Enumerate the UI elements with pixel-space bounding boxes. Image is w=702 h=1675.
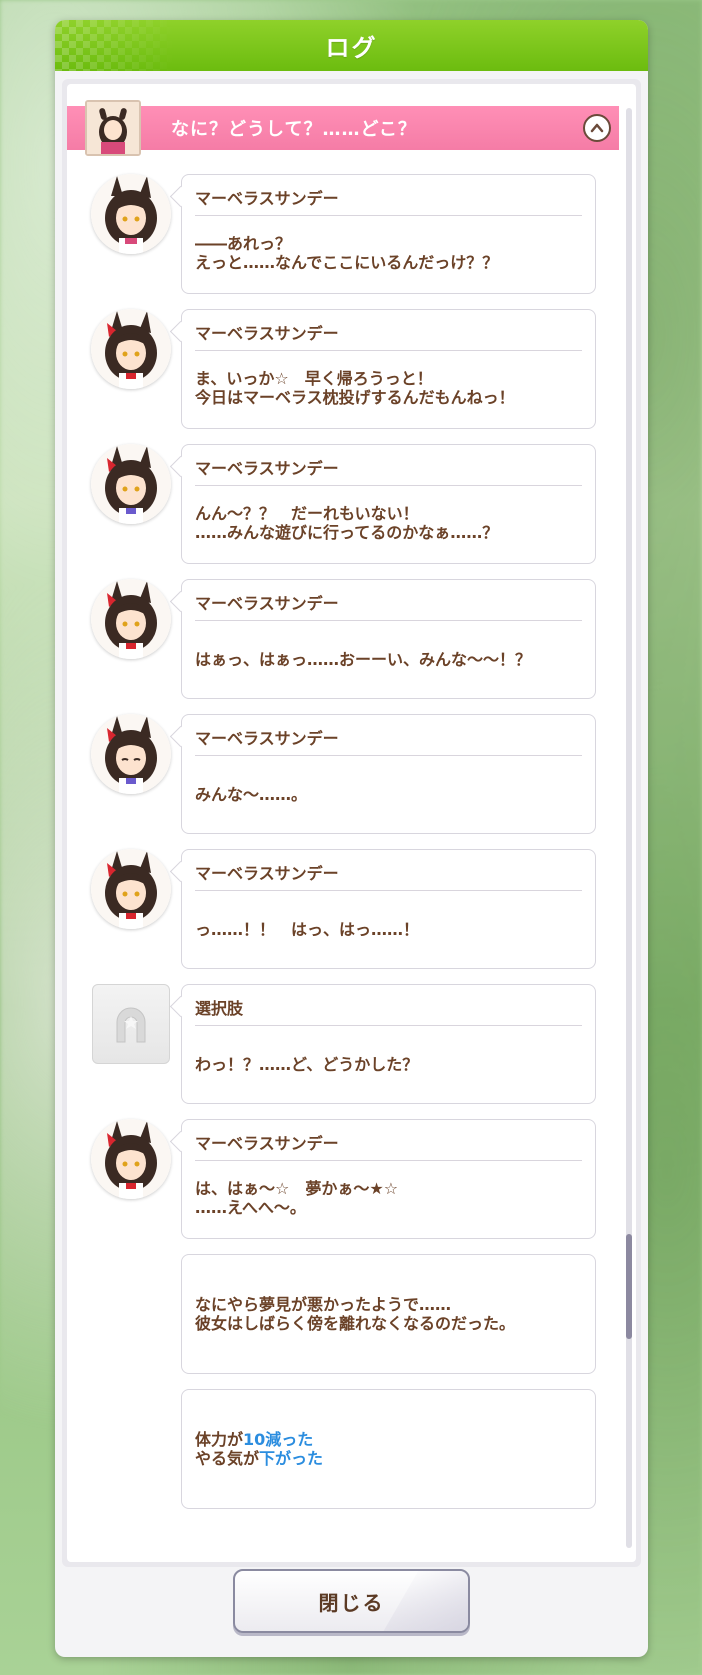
collapse-button[interactable] [583,114,611,142]
dialogue-line: っ……！！ はっ、はっ……！ [195,920,420,939]
avatar [91,1119,171,1199]
dialogue-line: ま、いっか☆ 早く帰ろうっと！ [195,369,433,388]
bubble-divider [195,755,582,756]
speaker-name: マーベラスサンデー [195,324,339,343]
result-label: 体力が [195,1430,244,1449]
log-scroll-area[interactable]: なに？どうして？……どこ？ マーベラスサンデー ――あれっ？ えっと……なんでこ… [67,84,636,1562]
result-label: やる気が [195,1449,260,1468]
avatar [91,174,171,254]
dialogue-bubble: マーベラスサンデー は、はぁ～☆ 夢かぁ～★☆ ……えへへ～。 [181,1119,596,1239]
log-entry-choice: 選択肢 わっ！？……ど、どうかした？ [67,984,619,1104]
bubble-divider [195,1160,582,1161]
bubble-divider [195,215,582,216]
result-line-stamina: 体力が10減った [195,1430,313,1449]
log-entry: マーベラスサンデー は、はぁ～☆ 夢かぁ～★☆ ……えへへ～。 [67,1119,619,1239]
chapter-title: なに？どうして？……どこ？ [171,119,417,140]
dialogue-line: ――あれっ？ [195,234,292,253]
dialogue-line: んん～？？ だーれもいない！ [195,504,419,523]
close-button[interactable]: 閉じる [233,1569,470,1633]
dialogue-line: はぁっ、はぁっ……おーーい、みんな～～！？ [195,650,532,669]
narration-line: 彼女はしばらく傍を離れなくなるのだった。 [195,1314,516,1333]
bubble-divider [195,1025,582,1026]
chevron-up-icon [590,123,604,133]
log-entry: マーベラスサンデー ま、いっか☆ 早く帰ろうっと！ 今日はマーベラス枕投げするん… [67,309,619,429]
log-dialog: ログ なに？どうして？……どこ？ マーベラスサンデー ――あれっ？ えっと……な… [55,20,648,1657]
bubble-divider [195,485,582,486]
scrollbar-thumb[interactable] [626,1234,632,1339]
log-entry: マーベラスサンデー はぁっ、はぁっ……おーーい、みんな～～！？ [67,579,619,699]
log-entry: マーベラスサンデー んん～？？ だーれもいない！ ……みんな遊びに行ってるのかな… [67,444,619,564]
dialogue-line: えっと……なんでここにいるんだっけ？？ [195,253,499,272]
bubble-divider [195,620,582,621]
log-entry: マーベラスサンデー ――あれっ？ えっと……なんでここにいるんだっけ？？ [67,174,619,294]
dialogue-bubble: マーベラスサンデー みんな～……。 [181,714,596,834]
avatar [91,714,171,794]
result-value: 10減った [243,1430,314,1449]
avatar [91,309,171,389]
speaker-name: マーベラスサンデー [195,729,339,748]
log-content-frame: なに？どうして？……どこ？ マーベラスサンデー ――あれっ？ えっと……なんでこ… [62,79,641,1567]
dialogue-line: 今日はマーベラス枕投げするんだもんねっ！ [195,388,515,407]
result-bubble: 体力が10減った やる気が下がった [181,1389,596,1509]
bubble-divider [195,890,582,891]
avatar [91,579,171,659]
result-value: 下がった [259,1449,324,1468]
dialogue-bubble: マーベラスサンデー んん～？？ だーれもいない！ ……みんな遊びに行ってるのかな… [181,444,596,564]
speaker-name: マーベラスサンデー [195,594,339,613]
narration-line: なにやら夢見が悪かったようで…… [195,1295,452,1314]
dialogue-line: ……みんな遊びに行ってるのかなぁ……？ [195,523,499,542]
dialogue-bubble: マーベラスサンデー ――あれっ？ えっと……なんでここにいるんだっけ？？ [181,174,596,294]
result-line-motivation: やる気が下がった [195,1449,323,1468]
chapter-header[interactable]: なに？どうして？……どこ？ [67,100,619,156]
log-entry: マーベラスサンデー っ……！！ はっ、はっ……！ [67,849,619,969]
bubble-divider [195,350,582,351]
choice-label: 選択肢 [195,999,244,1018]
dialogue-line: わっ！？……ど、どうかした？ [195,1055,419,1074]
speaker-name: マーベラスサンデー [195,459,339,478]
header-pattern [55,20,175,71]
dialogue-bubble: マーベラスサンデー っ……！！ はっ、はっ……！ [181,849,596,969]
log-entry-result: 体力が10減った やる気が下がった [67,1389,619,1509]
dialogue-line: は、はぁ～☆ 夢かぁ～★☆ [195,1179,399,1198]
avatar [91,444,171,524]
log-entry: マーベラスサンデー みんな～……。 [67,714,619,834]
dialog-header: ログ [55,20,648,71]
dialog-title: ログ [325,34,378,62]
dialogue-line: みんな～……。 [195,785,308,804]
dialogue-bubble: マーベラスサンデー はぁっ、はぁっ……おーーい、みんな～～！？ [181,579,596,699]
chapter-thumbnail [85,100,141,156]
dialogue-line: ……えへへ～。 [195,1198,306,1217]
dialogue-bubble: 選択肢 わっ！？……ど、どうかした？ [181,984,596,1104]
dialogue-bubble: マーベラスサンデー ま、いっか☆ 早く帰ろうっと！ 今日はマーベラス枕投げするん… [181,309,596,429]
close-button-label: 閉じる [318,1590,385,1615]
horseshoe-icon [92,984,170,1064]
narration-bubble: なにやら夢見が悪かったようで…… 彼女はしばらく傍を離れなくなるのだった。 [181,1254,596,1374]
avatar [91,849,171,929]
log-entry-narration: なにやら夢見が悪かったようで…… 彼女はしばらく傍を離れなくなるのだった。 [67,1254,619,1374]
speaker-name: マーベラスサンデー [195,1134,339,1153]
speaker-name: マーベラスサンデー [195,864,339,883]
speaker-name: マーベラスサンデー [195,189,339,208]
